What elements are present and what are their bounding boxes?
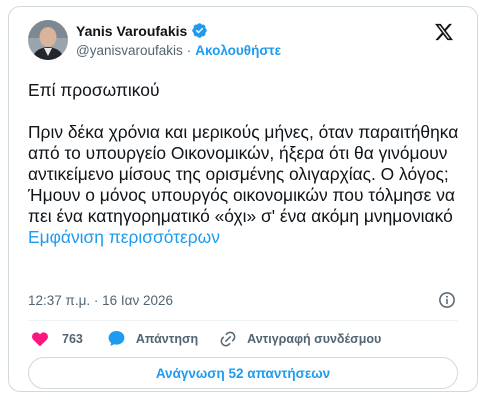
reply-bubble-icon xyxy=(108,330,125,347)
tweet-text: Επί προσωπικού Πριν δέκα χρόνια και μερι… xyxy=(28,80,459,226)
heart-icon xyxy=(32,331,48,346)
show-more-link[interactable]: Εμφάνιση περισσότερων xyxy=(28,227,220,247)
verified-badge-icon xyxy=(191,22,208,39)
tweet-card: Yanis Varoufakis @yanisvaroufakis · Ακολ… xyxy=(8,6,478,392)
like-button[interactable]: 763 xyxy=(31,330,83,348)
separator-dot: · xyxy=(186,43,192,58)
link-icon xyxy=(220,331,236,346)
divider xyxy=(28,320,458,321)
x-logo-icon[interactable] xyxy=(434,22,454,42)
action-bar: 763 Απάντηση Αντιγραφή συνδέσμου xyxy=(31,329,381,348)
handle-row: @yanisvaroufakis · Ακολουθήστε xyxy=(76,43,281,58)
copy-link-label: Αντιγραφή συνδέσμου xyxy=(247,331,382,346)
author-name-row: Yanis Varoufakis xyxy=(76,22,208,39)
follow-button[interactable]: Ακολουθήστε xyxy=(195,43,281,58)
read-replies-button[interactable]: Ανάγνωση 52 απαντήσεων xyxy=(28,357,458,389)
author-name[interactable]: Yanis Varoufakis xyxy=(76,23,187,39)
info-icon[interactable] xyxy=(438,291,456,309)
copy-link-button[interactable]: Αντιγραφή συνδέσμου xyxy=(219,330,381,348)
like-count: 763 xyxy=(62,331,83,346)
author-handle[interactable]: @yanisvaroufakis xyxy=(76,43,183,58)
reply-button[interactable]: Απάντηση xyxy=(107,329,198,348)
tweet-timestamp[interactable]: 12:37 π.μ. · 16 Ιαν 2026 xyxy=(28,293,173,308)
avatar[interactable] xyxy=(28,20,68,60)
reply-label: Απάντηση xyxy=(135,331,199,346)
tweet-body: Επί προσωπικού Πριν δέκα χρόνια και μερι… xyxy=(28,80,468,248)
